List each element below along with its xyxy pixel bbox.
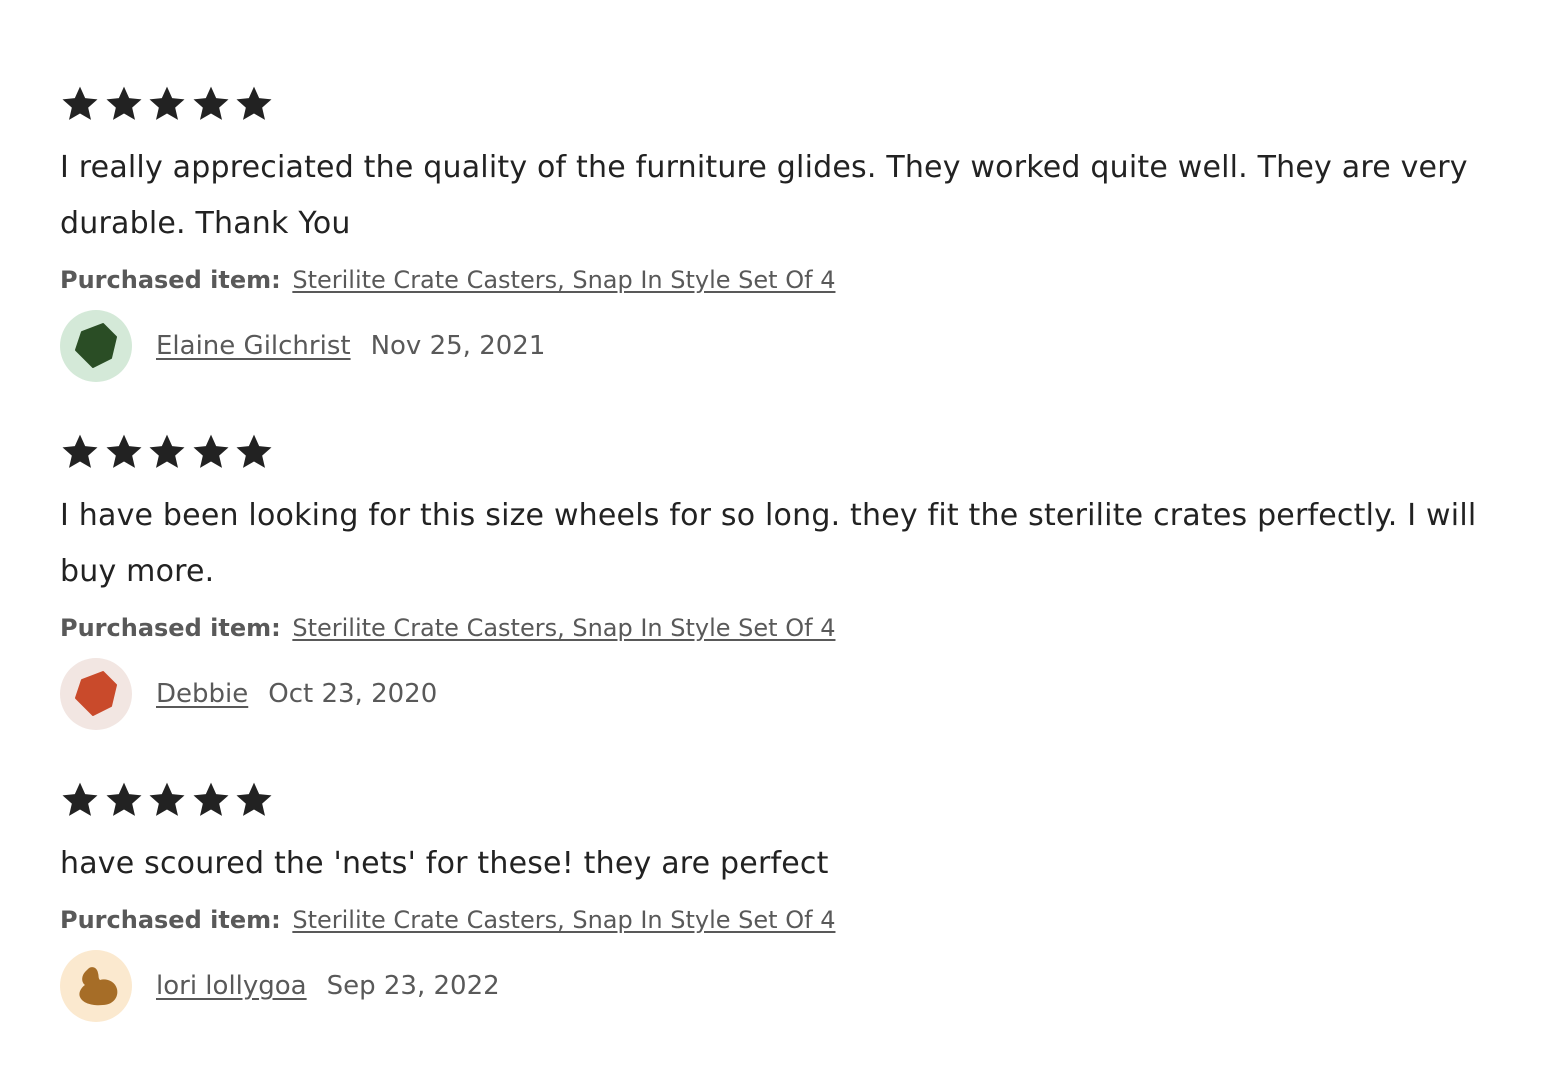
star-icon <box>191 432 231 472</box>
star-icon <box>60 84 100 124</box>
reviewer-name-link[interactable]: lori lollygoa <box>156 971 307 1001</box>
reviewer-info: Elaine Gilchrist Nov 25, 2021 <box>60 310 1500 382</box>
star-icon <box>147 780 187 820</box>
purchased-item: Purchased item: Sterilite Crate Casters,… <box>60 262 1500 298</box>
review-date: Sep 23, 2022 <box>326 971 500 1001</box>
star-icon <box>234 432 274 472</box>
star-icon <box>104 84 144 124</box>
review-item: I really appreciated the quality of the … <box>60 84 1500 382</box>
pentagon-avatar-icon <box>75 671 117 716</box>
reviews-list: I really appreciated the quality of the … <box>0 0 1544 1068</box>
star-icon <box>191 84 231 124</box>
avatar[interactable] <box>60 658 132 730</box>
review-text: I have been looking for this size wheels… <box>60 498 1477 589</box>
purchased-item: Purchased item: Sterilite Crate Casters,… <box>60 902 1500 938</box>
star-icon <box>60 780 100 820</box>
star-icon <box>104 432 144 472</box>
review-item: I have been looking for this size wheels… <box>60 432 1500 730</box>
avatar[interactable] <box>60 950 132 1022</box>
review-date: Nov 25, 2021 <box>370 331 546 361</box>
star-rating <box>60 84 1500 124</box>
review-text: I really appreciated the quality of the … <box>60 150 1468 241</box>
reviewer-name-link[interactable]: Debbie <box>156 679 248 709</box>
reviewer-info: Debbie Oct 23, 2020 <box>60 658 1500 730</box>
star-icon <box>234 84 274 124</box>
blob-avatar-icon <box>79 967 118 1006</box>
star-icon <box>191 780 231 820</box>
purchased-item-label: Purchased item: <box>60 614 281 642</box>
star-rating <box>60 780 1500 820</box>
reviewer-info: lori lollygoa Sep 23, 2022 <box>60 950 1500 1022</box>
purchased-item: Purchased item: Sterilite Crate Casters,… <box>60 610 1500 646</box>
purchased-item-link[interactable]: Sterilite Crate Casters, Snap In Style S… <box>292 614 835 642</box>
star-icon <box>147 84 187 124</box>
star-icon <box>104 780 144 820</box>
star-icon <box>234 780 274 820</box>
purchased-item-link[interactable]: Sterilite Crate Casters, Snap In Style S… <box>292 266 835 294</box>
star-icon <box>147 432 187 472</box>
review-text: have scoured the 'nets' for these! they … <box>60 846 829 881</box>
avatar[interactable] <box>60 310 132 382</box>
review-date: Oct 23, 2020 <box>268 679 438 709</box>
star-icon <box>60 432 100 472</box>
purchased-item-link[interactable]: Sterilite Crate Casters, Snap In Style S… <box>292 906 835 934</box>
purchased-item-label: Purchased item: <box>60 906 281 934</box>
star-rating <box>60 432 1500 472</box>
reviewer-name-link[interactable]: Elaine Gilchrist <box>156 331 351 361</box>
purchased-item-label: Purchased item: <box>60 266 281 294</box>
review-item: have scoured the 'nets' for these! they … <box>60 780 1500 1022</box>
pentagon-avatar-icon <box>75 323 117 368</box>
